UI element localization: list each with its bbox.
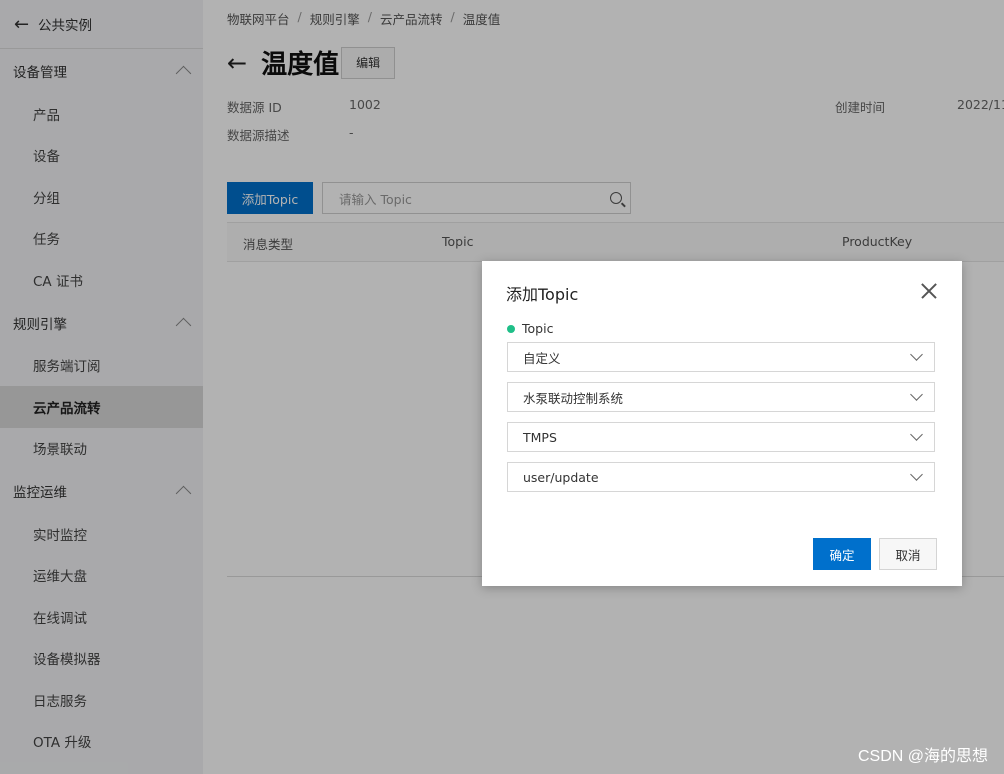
required-dot-icon xyxy=(507,324,515,333)
close-icon[interactable] xyxy=(921,283,937,299)
confirm-button[interactable]: 确定 xyxy=(813,538,871,570)
select-value: 水泵联动控制系统 xyxy=(523,390,624,406)
select-value: user/update xyxy=(523,469,599,485)
select-value: TMPS xyxy=(523,429,557,445)
topic-label-text: Topic xyxy=(522,321,554,336)
chevron-down-icon xyxy=(910,468,923,481)
dialog-title: 添加Topic xyxy=(506,285,579,304)
select-value: 自定义 xyxy=(523,350,561,366)
device-select[interactable]: TMPS xyxy=(507,422,935,452)
topic-field-label: Topic xyxy=(507,321,553,336)
topic-type-select[interactable]: 自定义 xyxy=(507,342,935,372)
cancel-button[interactable]: 取消 xyxy=(879,538,937,570)
topic-path-select[interactable]: user/update xyxy=(507,462,935,492)
watermark: CSDN @海的思想 xyxy=(857,748,988,765)
chevron-down-icon xyxy=(910,428,923,441)
chevron-down-icon xyxy=(910,348,923,361)
chevron-down-icon xyxy=(910,388,923,401)
product-select[interactable]: 水泵联动控制系统 xyxy=(507,382,935,412)
add-topic-dialog: 添加Topic Topic 自定义 水泵联动控制系统 TMPS user/upd… xyxy=(482,261,962,586)
